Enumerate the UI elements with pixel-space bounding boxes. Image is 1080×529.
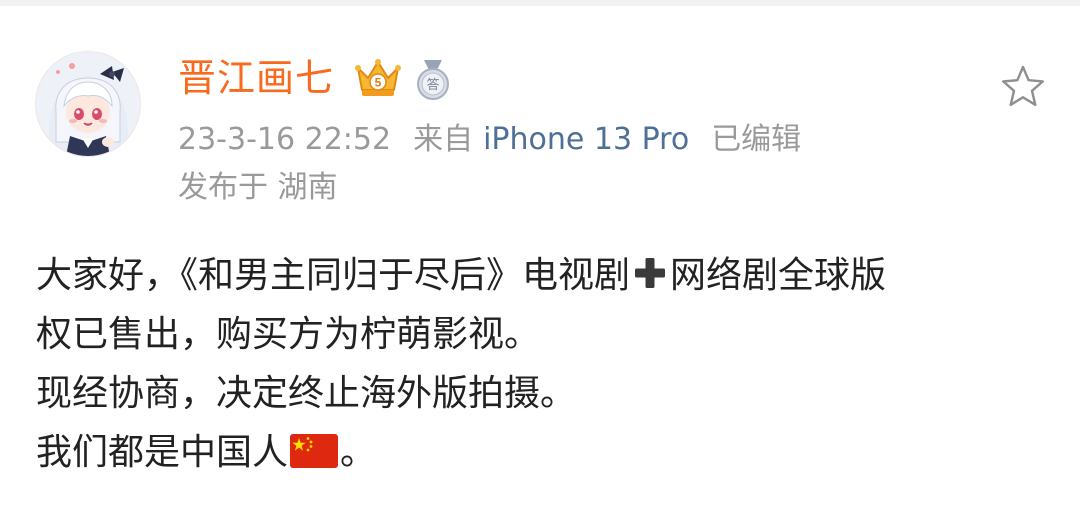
post-line: 权已售出，购买方为柠萌影视。 [36, 305, 1046, 364]
post-text: 。 [340, 432, 377, 473]
post-content: 大家好，《和男主同归于尽后》电视剧 网络剧全球版 权已售出，购买方为柠萌影视。 现… [36, 246, 1046, 482]
vip-crown-icon[interactable]: 5 [352, 56, 404, 100]
post-text: 现经协商，决定终止海外版拍摄。 [36, 373, 577, 414]
post-text: 网络剧全球版 [670, 255, 887, 296]
avatar-image [36, 52, 140, 156]
post-line: 现经协商，决定终止海外版拍摄。 [36, 364, 1046, 423]
post-text: 权已售出，购买方为柠萌影视。 [36, 314, 541, 355]
post-text: 大家好，《和男主同归于尽后》电视剧 [36, 255, 631, 296]
post-time: 23-3-16 22:52 [178, 122, 392, 157]
post-meta: 23-3-16 22:52 来自 iPhone 13 Pro 已编辑 [178, 120, 801, 160]
avatar[interactable] [36, 52, 140, 156]
post-line: 我们都是中国人 。 [36, 423, 1046, 482]
medal-icon[interactable]: 答 [414, 60, 452, 100]
vip-level-label: 5 [375, 76, 382, 90]
post-location: 发布于 湖南 [178, 170, 338, 205]
medal-label: 答 [426, 77, 439, 93]
favorite-star-icon[interactable] [1000, 64, 1046, 108]
top-divider [0, 0, 1080, 6]
post-text: 我们都是中国人 [36, 432, 289, 473]
device-link[interactable]: iPhone 13 Pro [483, 120, 689, 160]
post-line: 大家好，《和男主同归于尽后》电视剧 网络剧全球版 [36, 246, 1046, 305]
china-flag-icon [290, 427, 339, 468]
source-label: 来自 [413, 122, 474, 157]
username[interactable]: 晋江画七 [178, 54, 334, 102]
edited-label[interactable]: 已编辑 [711, 120, 801, 160]
heavy-plus-icon [632, 250, 668, 288]
